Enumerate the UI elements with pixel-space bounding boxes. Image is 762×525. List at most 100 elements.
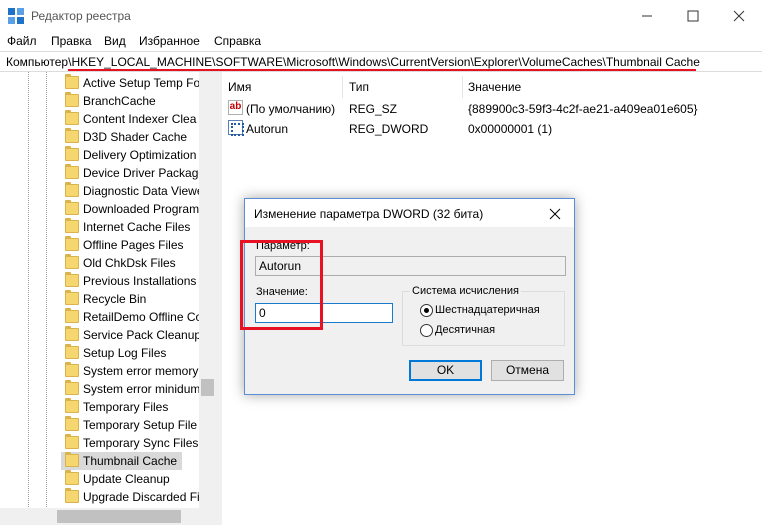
radio-decimal-label: Десятичная <box>435 324 496 336</box>
folder-icon <box>65 326 79 341</box>
tree-item[interactable]: D3D Shader Cache <box>61 128 211 146</box>
tree-item[interactable]: Thumbnail Cache <box>61 452 182 470</box>
window-title: Редактор реестра <box>31 9 131 23</box>
minimize-button[interactable] <box>624 0 670 31</box>
column-header-value[interactable]: Значение <box>468 80 521 94</box>
folder-icon <box>65 218 79 233</box>
column-separator[interactable] <box>342 76 343 98</box>
tree-vertical-scrollbar[interactable] <box>199 72 216 508</box>
tree-item-label: Old ChkDsk Files <box>83 256 176 270</box>
dialog-close-button[interactable] <box>546 205 564 223</box>
radio-hexadecimal[interactable]: Шестнадцатеричная <box>420 303 560 319</box>
value-type: REG_DWORD <box>349 122 429 136</box>
tree-item[interactable]: Delivery Optimization <box>61 146 211 164</box>
binary-value-icon <box>228 120 244 136</box>
tree-vertical-scroll-thumb[interactable] <box>201 379 214 396</box>
tree-item[interactable]: Upgrade Discarded Fil <box>61 488 211 506</box>
tree-item[interactable]: Update Cleanup <box>61 470 211 488</box>
tree-item[interactable]: Offline Pages Files <box>61 236 211 254</box>
folder-icon <box>65 470 79 485</box>
base-group-legend: Система исчисления <box>410 285 521 297</box>
folder-icon <box>65 272 79 287</box>
tree-horizontal-scroll-thumb[interactable] <box>57 510 181 523</box>
folder-icon <box>65 308 79 323</box>
tree-item-label: Previous Installations <box>83 274 197 288</box>
tree-item[interactable]: Active Setup Temp Fo <box>61 74 211 92</box>
key-tree[interactable]: Active Setup Temp Fo BranchCache Content I… <box>0 72 216 525</box>
folder-icon <box>65 416 79 431</box>
menu-view[interactable]: Вид <box>104 34 126 48</box>
folder-icon <box>65 362 79 377</box>
maximize-icon <box>687 10 699 22</box>
tree-item-label: Service Pack Cleanup <box>83 328 202 342</box>
folder-icon <box>65 92 79 107</box>
tree-item[interactable]: Recycle Bin <box>61 290 211 308</box>
tree-item[interactable]: Diagnostic Data Viewe <box>61 182 211 200</box>
tree-item[interactable]: Setup Log Files <box>61 344 211 362</box>
tree-item[interactable]: Temporary Setup File <box>61 416 211 434</box>
tree-item-label: Temporary Setup File <box>83 418 198 432</box>
folder-icon <box>65 128 79 143</box>
dialog-title: Изменение параметра DWORD (32 бита) <box>254 207 484 221</box>
tree-item-label: Internet Cache Files <box>83 220 191 234</box>
folder-icon <box>65 146 79 161</box>
tree-item[interactable]: Previous Installations <box>61 272 211 290</box>
tree-item[interactable]: BranchCache <box>61 92 211 110</box>
address-path[interactable]: Компьютер\HKEY_LOCAL_MACHINE\SOFTWARE\Mi… <box>6 55 700 69</box>
value-row[interactable]: Autorun REG_DWORD 0x00000001 (1) <box>227 118 757 138</box>
minimize-icon <box>642 15 652 17</box>
tree-item-label: Setup Log Files <box>83 346 167 360</box>
value-name: Autorun <box>246 122 289 136</box>
tree-item[interactable]: Device Driver Package <box>61 164 211 182</box>
maximize-button[interactable] <box>670 0 716 31</box>
close-button[interactable] <box>716 0 762 31</box>
menu-file[interactable]: Файл <box>7 34 37 48</box>
folder-icon <box>65 236 79 251</box>
menu-edit[interactable]: Правка <box>51 34 92 48</box>
folder-icon <box>65 200 79 215</box>
tree-item-label: Diagnostic Data Viewe <box>83 184 204 198</box>
tree-item[interactable]: Internet Cache Files <box>61 218 211 236</box>
cancel-button[interactable]: Отмена <box>491 360 564 381</box>
tree-item-label: System error memory <box>83 364 199 378</box>
radio-decimal[interactable]: Десятичная <box>420 323 560 339</box>
tree-item[interactable]: System error memory <box>61 362 211 380</box>
value-row[interactable]: ab (По умолчанию) REG_SZ {889900c3-59f3-… <box>227 98 757 118</box>
tree-item-label: Recycle Bin <box>83 292 147 306</box>
column-header-name[interactable]: Имя <box>228 80 251 94</box>
tree-item[interactable]: Service Pack Cleanup <box>61 326 211 344</box>
tree-item[interactable]: Temporary Files <box>61 398 211 416</box>
tree-item[interactable]: Old ChkDsk Files <box>61 254 211 272</box>
tree-item[interactable]: Content Indexer Clea <box>61 110 211 128</box>
close-icon <box>733 10 745 22</box>
menu-favorites[interactable]: Избранное <box>139 34 200 48</box>
tree-item-label: Device Driver Package <box>83 166 206 180</box>
folder-icon <box>65 452 79 467</box>
folder-icon <box>65 434 79 449</box>
folder-icon <box>65 344 79 359</box>
ok-button[interactable]: OK <box>409 360 482 381</box>
registry-editor-window: Редактор реестра Файл Правка Вид Избранн… <box>0 0 762 525</box>
tree-item[interactable]: System error minidum <box>61 380 211 398</box>
string-value-icon: ab <box>228 100 243 115</box>
tree-guide-line <box>46 72 47 525</box>
folder-icon <box>65 110 79 125</box>
close-icon <box>549 208 561 220</box>
column-header-type[interactable]: Тип <box>349 80 369 94</box>
tree-item[interactable]: Downloaded Program <box>61 200 211 218</box>
tree-item-label: RetailDemo Offline Co <box>83 310 203 324</box>
folder-icon <box>65 182 79 197</box>
tree-item-label: Downloaded Program <box>83 202 200 216</box>
tree-item-label: Offline Pages Files <box>83 238 184 252</box>
tree-item-label: Thumbnail Cache <box>83 454 178 468</box>
folder-icon <box>65 398 79 413</box>
value-name: (По умолчанию) <box>246 102 336 116</box>
tree-item[interactable]: Temporary Sync Files <box>61 434 211 452</box>
folder-icon <box>65 290 79 305</box>
address-bar[interactable]: Компьютер\HKEY_LOCAL_MACHINE\SOFTWARE\Mi… <box>0 51 762 72</box>
registry-editor-icon <box>8 8 24 24</box>
tree-item[interactable]: RetailDemo Offline Co <box>61 308 211 326</box>
menu-help[interactable]: Справка <box>214 34 261 48</box>
column-separator[interactable] <box>462 76 463 98</box>
tree-item-label: Upgrade Discarded Fil <box>83 490 203 504</box>
